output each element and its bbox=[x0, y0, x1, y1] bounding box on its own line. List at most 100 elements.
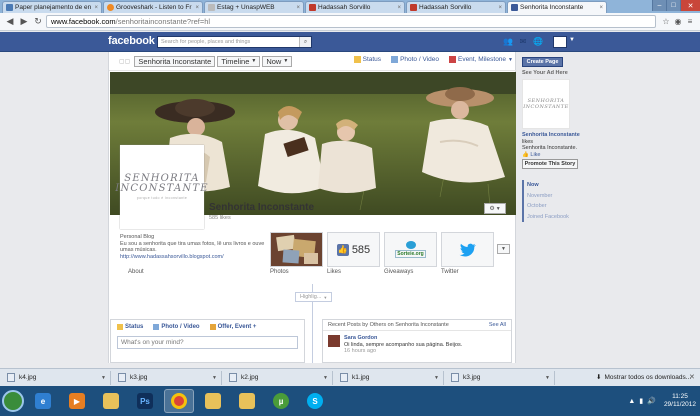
taskbar-app-active[interactable] bbox=[164, 389, 194, 413]
close-icon[interactable]: ✕ bbox=[689, 373, 695, 381]
star-icon[interactable]: ☆ bbox=[660, 16, 672, 28]
ad-image-text: INCONSTANTE bbox=[523, 104, 569, 110]
show-all-downloads-link[interactable]: ⬇ Mostrar todos os downloads... bbox=[596, 373, 691, 382]
recent-posts-title: Recent Posts by Others on Senhorita Inco… bbox=[328, 322, 449, 328]
highlights-dropdown[interactable]: Highlig... ▼ bbox=[295, 292, 333, 302]
create-page-button[interactable]: Create Page bbox=[522, 57, 563, 67]
tray-expand-icon[interactable]: ▲ bbox=[628, 398, 635, 405]
chrome-icon bbox=[171, 393, 187, 409]
status-input[interactable]: What's on your mind? bbox=[117, 336, 298, 349]
start-button[interactable] bbox=[2, 390, 24, 412]
scrubber-item-october[interactable]: October bbox=[527, 201, 569, 212]
taskbar-app[interactable] bbox=[96, 389, 126, 413]
taskbar-app[interactable]: µ bbox=[266, 389, 296, 413]
see-all-link[interactable]: See All bbox=[489, 322, 506, 328]
app-tile-likes[interactable]: 👍 585 Likes bbox=[327, 232, 380, 275]
chevron-down-icon[interactable]: ▼ bbox=[545, 375, 550, 381]
timeline-dropdown[interactable]: Timeline ▼ bbox=[217, 55, 261, 67]
profile-picture[interactable]: SENHORITA INCONSTANTE porque tudo é inco… bbox=[115, 145, 208, 229]
back-icon[interactable]: ◀ bbox=[4, 16, 16, 28]
search-icon[interactable]: ⌕ bbox=[299, 37, 311, 47]
composer-tab-offer[interactable]: Offer, Event + bbox=[209, 324, 256, 330]
post-timestamp[interactable]: 16 hours ago bbox=[344, 348, 462, 355]
see-your-ad-link[interactable]: See Your Ad Here bbox=[522, 70, 568, 76]
status-action[interactable]: Status bbox=[353, 56, 381, 63]
close-icon[interactable]: × bbox=[296, 5, 300, 11]
taskbar: e ▶ Ps µ S ▲ ▮ 🔊 11:25 29/11/2012 bbox=[0, 386, 700, 416]
browser-tab[interactable]: Paper planejamento de en × bbox=[2, 1, 102, 13]
scrubber-item-now[interactable]: Now bbox=[527, 180, 569, 191]
camera-icon bbox=[153, 324, 160, 330]
browser-tab[interactable]: Estag + UnaspWEB × bbox=[204, 1, 304, 13]
scrubber-item-joined[interactable]: Joined Facebook bbox=[527, 212, 569, 223]
notifications-icon[interactable]: 🌐 bbox=[532, 36, 544, 47]
download-item[interactable]: k3.jpg ▼ bbox=[114, 370, 222, 385]
taskbar-app[interactable]: Ps bbox=[130, 389, 160, 413]
browser-tab-active[interactable]: Senhorita Inconstante × bbox=[507, 1, 607, 13]
taskbar-app[interactable]: S bbox=[300, 389, 330, 413]
app-tile-twitter[interactable]: Twitter bbox=[441, 232, 494, 275]
account-dropdown-icon[interactable]: ▼ bbox=[569, 37, 575, 43]
minimize-icon[interactable]: – bbox=[652, 0, 666, 11]
settings-button[interactable]: ⚙ ▼ bbox=[484, 203, 506, 214]
media-player-icon: ▶ bbox=[69, 393, 85, 409]
browser-tab[interactable]: Grooveshark - Listen to Fr × bbox=[103, 1, 203, 13]
download-item[interactable]: k1.jpg ▼ bbox=[336, 370, 444, 385]
now-dropdown[interactable]: Now ▼ bbox=[262, 55, 293, 67]
app-tile-giveaways[interactable]: Sorteie.org Giveaways bbox=[384, 232, 437, 275]
image-file-icon bbox=[340, 373, 348, 382]
scrubber-item-november[interactable]: November bbox=[527, 191, 569, 202]
taskbar-app[interactable] bbox=[198, 389, 228, 413]
reload-icon[interactable]: ↻ bbox=[32, 16, 44, 28]
avatar[interactable] bbox=[328, 335, 340, 347]
window-close-icon[interactable]: ✕ bbox=[680, 0, 700, 11]
chevron-down-icon[interactable]: ▼ bbox=[323, 375, 328, 381]
network-icon[interactable]: ▮ bbox=[639, 397, 643, 405]
about-link[interactable]: About bbox=[128, 269, 144, 275]
download-item[interactable]: k2.jpg ▼ bbox=[225, 370, 333, 385]
friend-requests-icon[interactable]: 👥 bbox=[502, 36, 514, 47]
download-arrow-icon: ⬇ bbox=[596, 374, 602, 381]
event-milestone-action[interactable]: Event, Milestone ▼ bbox=[448, 56, 513, 63]
close-icon[interactable]: × bbox=[498, 5, 502, 11]
facebook-logo[interactable]: facebook bbox=[108, 35, 155, 47]
more-apps-dropdown[interactable]: ▼ bbox=[497, 244, 510, 254]
composer-tab-status[interactable]: Status bbox=[117, 324, 143, 330]
download-item[interactable]: k3.jpg ▼ bbox=[447, 370, 555, 385]
taskbar-app[interactable]: e bbox=[28, 389, 58, 413]
wrench-icon[interactable]: ≡ bbox=[684, 16, 696, 28]
page-website-link[interactable]: http://www.hadassahsorvillo.blogspot.com… bbox=[120, 254, 265, 261]
taskbar-app[interactable] bbox=[232, 389, 262, 413]
search-input[interactable]: Search for people, places and things ⌕ bbox=[157, 36, 312, 48]
forward-icon[interactable]: ▶ bbox=[18, 16, 30, 28]
taskbar-app[interactable]: ▶ bbox=[62, 389, 92, 413]
browser-tab[interactable]: Hadassah Sorvillo × bbox=[305, 1, 405, 13]
ad-page-name[interactable]: Senhorita Inconstante bbox=[522, 132, 580, 138]
pencil-icon bbox=[353, 56, 361, 63]
photo-video-action[interactable]: Photo / Video bbox=[391, 56, 439, 63]
maximize-icon[interactable]: □ bbox=[666, 0, 680, 11]
extension-icon[interactable]: ◉ bbox=[672, 16, 684, 28]
page-name-button[interactable]: Senhorita Inconstante bbox=[134, 55, 216, 67]
ad-like-link[interactable]: 👍 Like bbox=[522, 152, 580, 159]
chevron-down-icon[interactable]: ▼ bbox=[434, 375, 439, 381]
volume-icon[interactable]: 🔊 bbox=[647, 397, 656, 405]
messages-icon[interactable]: ✉ bbox=[517, 36, 529, 47]
clock[interactable]: 11:25 29/11/2012 bbox=[664, 393, 696, 409]
page-title[interactable]: Senhorita Inconstante bbox=[209, 202, 314, 213]
page-icon bbox=[208, 4, 215, 11]
ad-image[interactable]: SENHORITA INCONSTANTE bbox=[522, 79, 570, 129]
app-tile-photos[interactable]: Photos bbox=[270, 232, 323, 275]
download-item[interactable]: k4.jpg ▼ bbox=[3, 370, 111, 385]
close-icon[interactable]: × bbox=[195, 5, 199, 11]
chevron-down-icon[interactable]: ▼ bbox=[101, 375, 106, 381]
close-icon[interactable]: × bbox=[599, 5, 603, 11]
url-input[interactable]: www.facebook.com/senhoritainconstante?re… bbox=[46, 15, 656, 28]
browser-tab[interactable]: Hadassah Sorvillo × bbox=[406, 1, 506, 13]
composer-tab-photo[interactable]: Photo / Video bbox=[153, 324, 200, 330]
close-icon[interactable]: × bbox=[397, 5, 401, 11]
promote-story-button[interactable]: Promote This Story bbox=[522, 159, 578, 169]
account-avatar[interactable] bbox=[553, 36, 567, 48]
chevron-down-icon[interactable]: ▼ bbox=[212, 375, 217, 381]
close-icon[interactable]: × bbox=[94, 5, 98, 11]
